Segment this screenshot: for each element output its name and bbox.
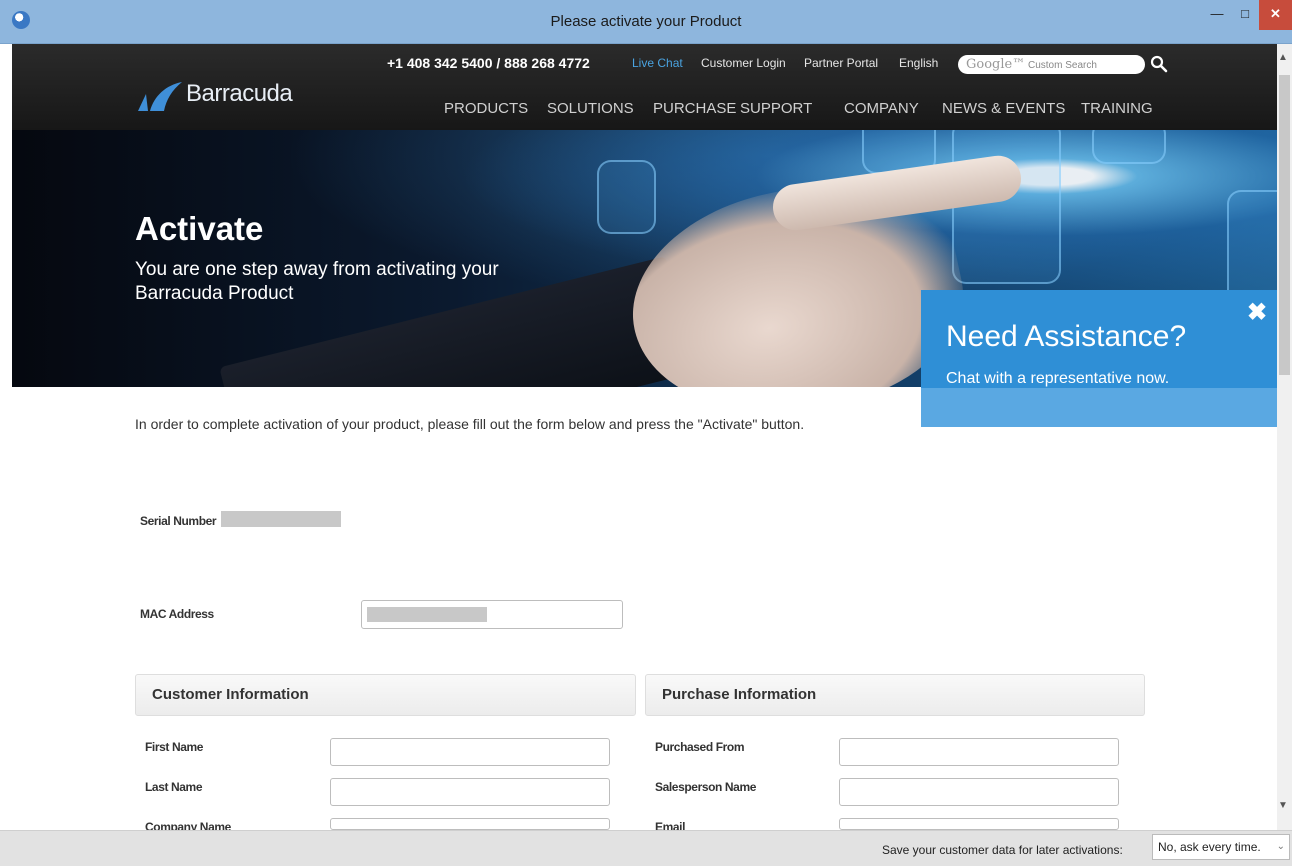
chevron-down-icon: ⌄ — [1276, 841, 1285, 852]
minimize-button[interactable]: — — [1203, 0, 1231, 30]
phone-number: +1 408 342 5400 / 888 268 4772 — [387, 55, 590, 71]
site-header: Barracuda +1 408 342 5400 / 888 268 4772… — [12, 44, 1277, 130]
decor-panel — [1227, 190, 1277, 304]
nav-training[interactable]: TRAINING — [1081, 100, 1153, 117]
first-name-label: First Name — [145, 740, 204, 754]
assistance-subtitle: Chat with a representative now. — [946, 370, 1170, 387]
decor-panel — [597, 160, 656, 234]
close-window-button[interactable]: ✕ — [1259, 0, 1292, 30]
save-data-value: No, ask every time. — [1158, 840, 1261, 854]
last-name-field[interactable] — [330, 778, 610, 806]
save-data-bar: Save your customer data for later activa… — [0, 830, 1292, 866]
save-data-label: Save your customer data for later activa… — [882, 843, 1123, 857]
purchased-from-field[interactable] — [839, 738, 1119, 766]
maximize-button[interactable]: □ — [1231, 0, 1259, 30]
mac-address-label: MAC Address — [140, 607, 214, 621]
logo-text: Barracuda — [186, 80, 293, 107]
serial-number-value — [221, 511, 341, 527]
scroll-down-icon[interactable]: ▼ — [1278, 800, 1288, 811]
search-placeholder: Custom Search — [1028, 60, 1097, 71]
window-title: Please activate your Product — [550, 13, 742, 30]
hero-title: Activate — [135, 210, 264, 247]
assistance-popup-footer — [921, 388, 1277, 427]
decor-panel — [952, 130, 1061, 284]
company-name-field[interactable] — [330, 818, 610, 830]
assistance-title: Need Assistance? — [946, 320, 1187, 353]
purchased-from-label: Purchased From — [655, 740, 745, 754]
barracuda-fin-icon — [138, 82, 182, 111]
scroll-up-icon[interactable]: ▲ — [1278, 52, 1288, 63]
nav-products[interactable]: PRODUCTS — [444, 100, 528, 117]
partner-portal-link[interactable]: Partner Portal — [804, 56, 878, 70]
scrollbar-thumb[interactable] — [1279, 75, 1290, 375]
assistance-popup[interactable]: Need Assistance? Chat with a representat… — [921, 290, 1277, 427]
last-name-label: Last Name — [145, 780, 203, 794]
search-brand: Google™ — [966, 57, 1026, 72]
nav-news-events[interactable]: NEWS & EVENTS — [942, 100, 1065, 117]
purchase-information-header: Purchase Information — [645, 674, 1145, 716]
serial-number-label: Serial Number — [140, 514, 217, 528]
form-intro: In order to complete activation of your … — [135, 416, 805, 432]
mac-address-value — [367, 607, 487, 622]
decor-panel — [1092, 130, 1166, 164]
language-link[interactable]: English — [899, 56, 938, 70]
search-input[interactable]: Google™ Custom Search — [958, 55, 1145, 74]
mac-address-field[interactable] — [361, 600, 623, 629]
nav-company[interactable]: COMPANY — [844, 100, 919, 117]
live-chat-link[interactable]: Live Chat — [632, 56, 683, 70]
search-icon[interactable] — [1150, 55, 1168, 73]
save-data-select[interactable]: No, ask every time. ⌄ — [1152, 834, 1290, 860]
nav-solutions[interactable]: SOLUTIONS — [547, 100, 634, 117]
salesperson-name-label: Salesperson Name — [655, 780, 756, 794]
nav-support[interactable]: SUPPORT — [740, 100, 812, 117]
hero-subtitle: You are one step away from activating yo… — [135, 259, 499, 304]
window-titlebar: Please activate your Product — □ ✕ — [0, 0, 1292, 44]
first-name-field[interactable] — [330, 738, 610, 766]
customer-information-header: Customer Information — [135, 674, 636, 716]
email-field[interactable] — [839, 818, 1119, 830]
nav-purchase[interactable]: PURCHASE — [653, 100, 736, 117]
salesperson-name-field[interactable] — [839, 778, 1119, 806]
close-icon[interactable]: ✖ — [1247, 298, 1267, 327]
customer-login-link[interactable]: Customer Login — [701, 56, 786, 70]
